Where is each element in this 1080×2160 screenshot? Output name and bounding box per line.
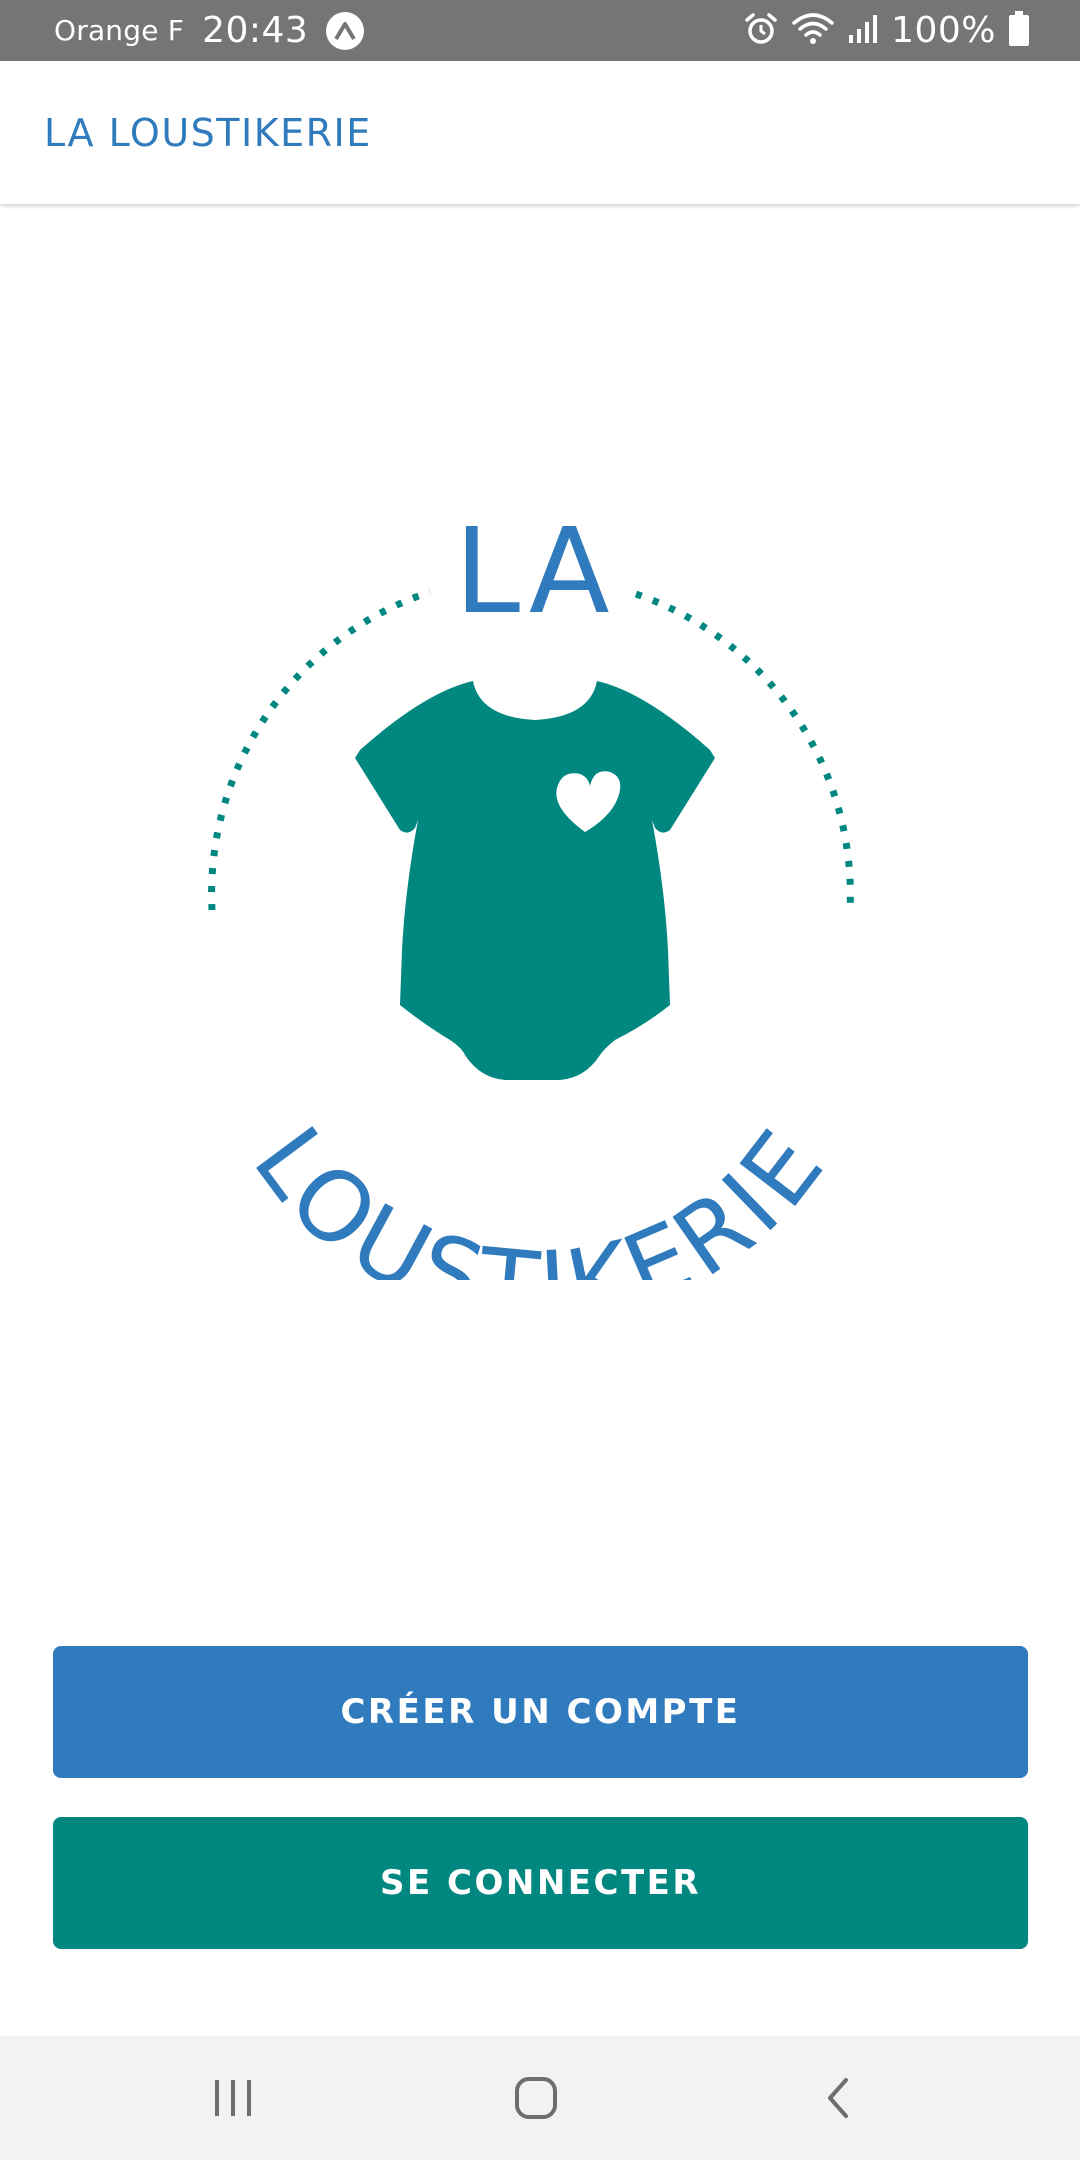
back-icon [828,2078,848,2118]
create-account-button[interactable]: CRÉER UN COMPTE [53,1646,1028,1778]
wifi-icon [791,12,835,50]
app-title: LA LOUSTIKERIE [44,110,372,155]
battery-level: 100% [891,10,996,51]
status-right: 100% [743,10,1030,51]
logo-bottom-textpath: LOUSTIKERIE [232,1106,842,1280]
app-bar: LA LOUSTIKERIE [0,61,1080,204]
signal-icon [847,13,879,49]
status-bar: Orange F 20:43 100% [0,0,1080,61]
baby-bodysuit-icon [355,681,715,1080]
home-icon [515,2077,557,2119]
recent-apps-button[interactable] [188,2058,278,2138]
brand-logo: LA LOUSTIKERIE [208,502,854,1280]
carrier-label: Orange F [54,14,185,47]
status-left: Orange F 20:43 [54,10,365,51]
nav-bar [0,2036,1080,2160]
clock: 20:43 [202,10,309,51]
a-badge-icon [326,11,365,50]
home-button[interactable] [491,2058,581,2138]
logo-bottom-text: LOUSTIKERIE [232,1106,848,1280]
screen: Orange F 20:43 100% LA LOUSTIKERIE LA LO… [0,0,1080,2160]
login-button[interactable]: SE CONNECTER [53,1817,1028,1949]
alarm-icon [743,11,779,51]
battery-icon [1008,10,1030,51]
recent-apps-icon [215,2080,251,2116]
back-button[interactable] [793,2058,883,2138]
logo-top-text: LA [454,502,615,640]
